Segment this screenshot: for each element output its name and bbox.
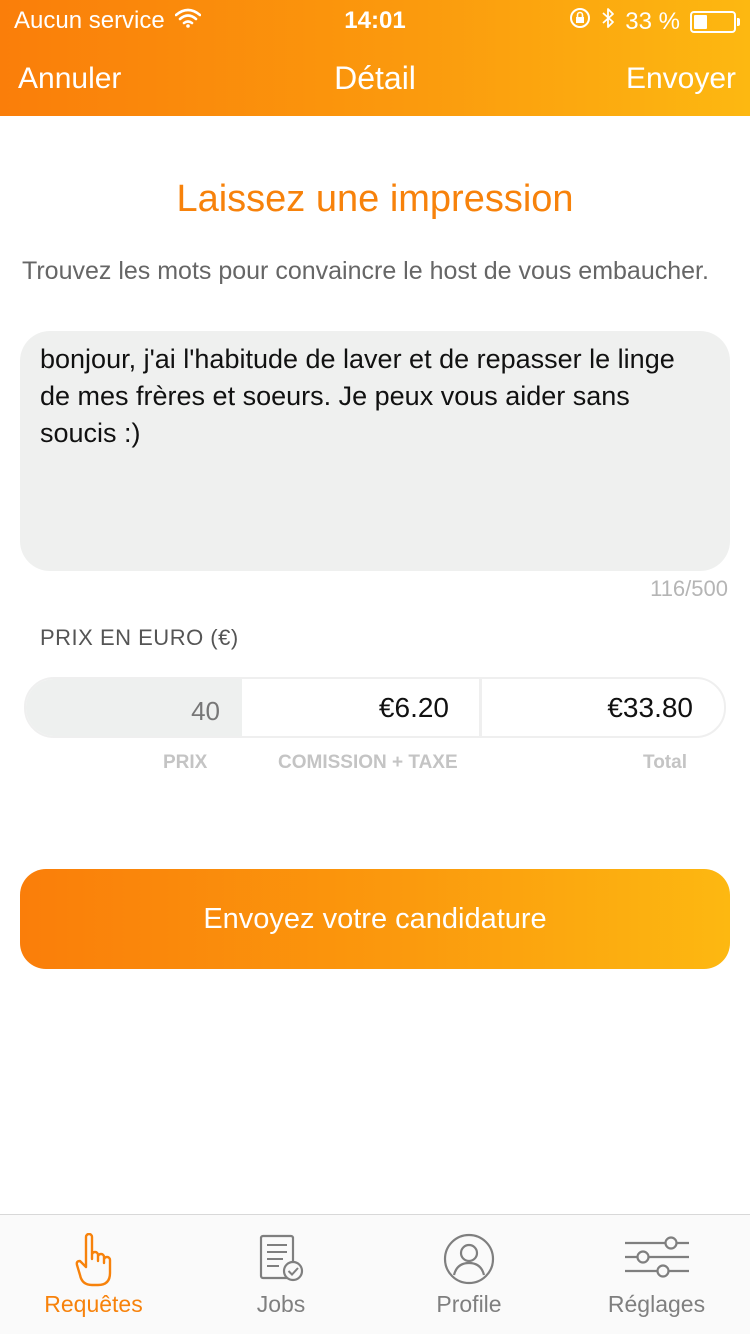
price-section-label: PRIX EN EURO (€) — [40, 625, 239, 650]
tab-label: Réglages — [607, 1291, 706, 1317]
nav-bar: Annuler Détail Envoyer — [0, 40, 750, 116]
status-bar: Aucun service 14:01 33 % — [0, 0, 750, 40]
tab-bar: Requêtes Jobs Profile Réglages — [0, 1214, 750, 1334]
price-column-label: PRIX — [163, 752, 208, 773]
document-check-icon — [257, 1233, 305, 1290]
commission-value: €6.20 — [242, 679, 482, 736]
screen: Aucun service 14:01 33 % Annuler Détail … — [0, 0, 750, 1334]
tab-jobs[interactable]: Jobs — [187, 1215, 375, 1334]
bluetooth-icon — [601, 7, 615, 36]
tab-label: Jobs — [256, 1291, 306, 1317]
tab-label: Requêtes — [44, 1291, 143, 1317]
tab-label: Profile — [436, 1291, 502, 1317]
subtext: Trouvez les mots pour convaincre le host… — [22, 257, 709, 285]
tab-requetes[interactable]: Requêtes — [0, 1215, 187, 1334]
total-column-label: Total — [643, 752, 687, 773]
battery-icon — [690, 10, 740, 33]
hand-pointing-icon — [74, 1232, 114, 1294]
tab-reglages[interactable]: Réglages — [563, 1215, 750, 1334]
battery-level — [694, 14, 707, 29]
submit-application-button[interactable]: Envoyez votre candidature — [20, 869, 730, 969]
price-row: 40 €6.20 €33.80 — [24, 677, 726, 738]
commission-column-label: COMISSION + TAXE — [278, 752, 458, 773]
message-textarea[interactable]: bonjour, j'ai l'habitude de laver et de … — [20, 331, 730, 571]
char-counter: 116/500 — [650, 576, 728, 601]
send-button[interactable]: Envoyer — [626, 62, 736, 96]
header: Aucun service 14:01 33 % Annuler Détail … — [0, 0, 750, 116]
battery-percent: 33 % — [625, 7, 680, 35]
headline: Laissez une impression — [176, 178, 574, 220]
price-input[interactable]: 40 — [26, 679, 242, 736]
total-value: €33.80 — [607, 692, 693, 723]
sliders-icon — [623, 1233, 691, 1288]
tab-profile[interactable]: Profile — [375, 1215, 563, 1334]
user-circle-icon — [443, 1233, 495, 1290]
status-right: 33 % — [569, 7, 740, 36]
rotation-lock-icon — [569, 7, 591, 36]
